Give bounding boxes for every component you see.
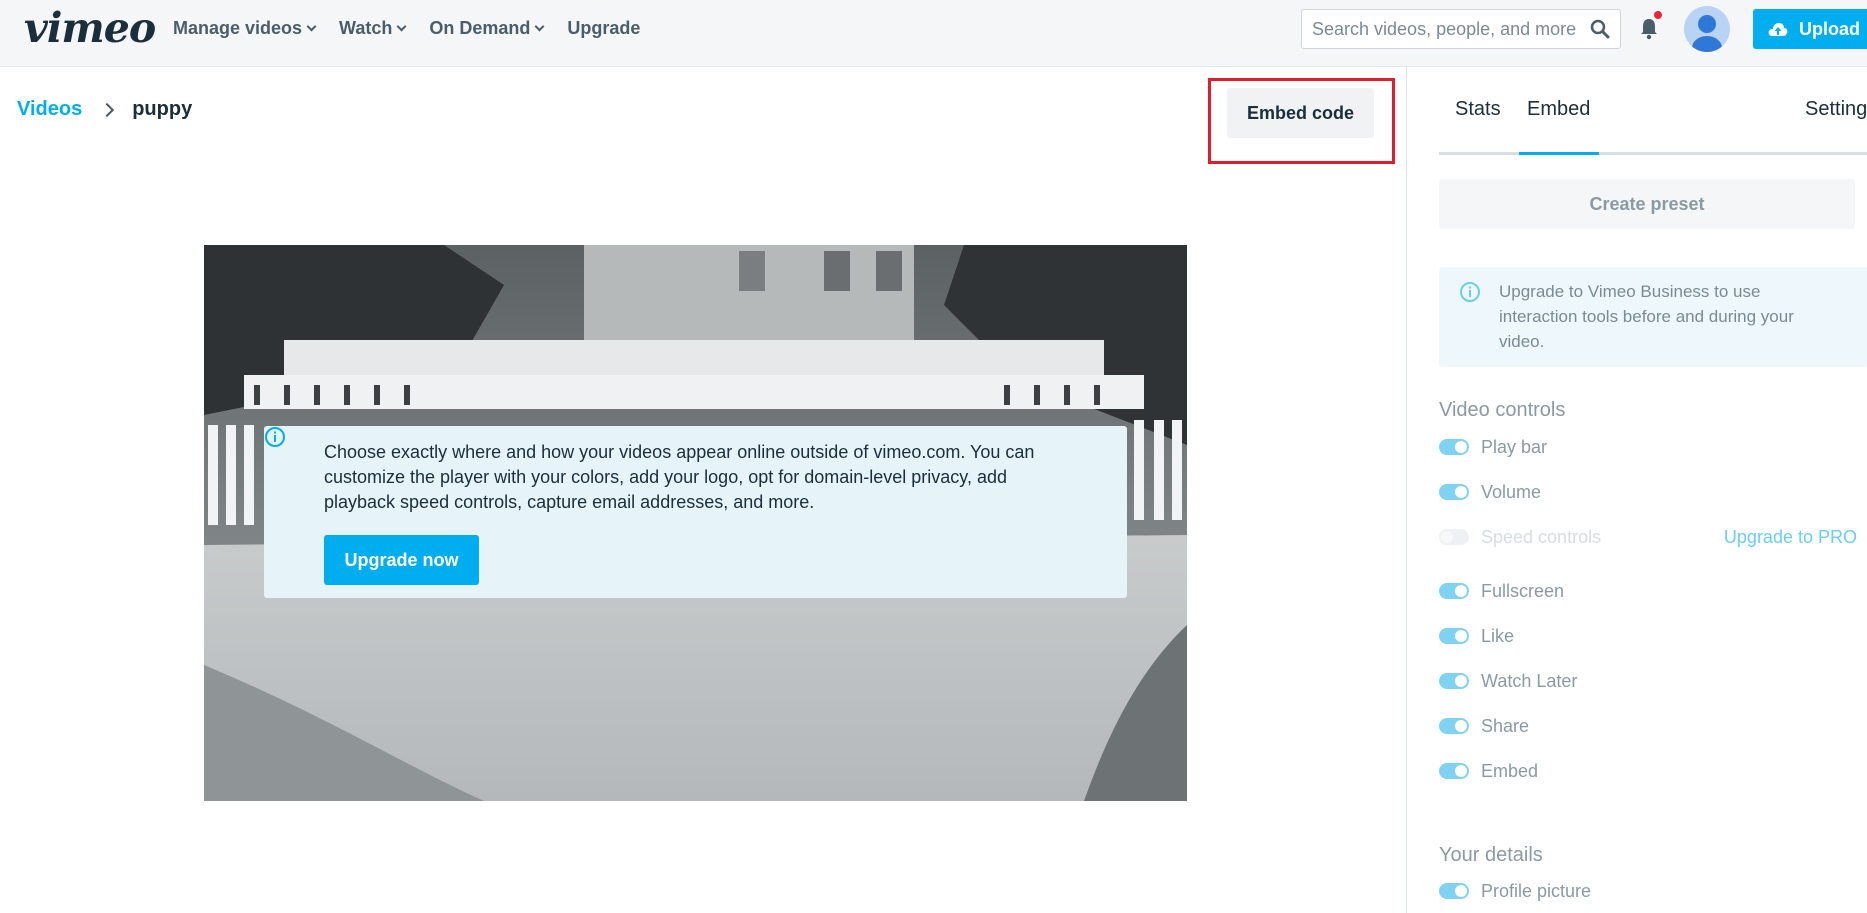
control-row-embed: Embed bbox=[1439, 758, 1867, 784]
vimeo-logo[interactable]: vimeo bbox=[24, 4, 156, 52]
tab-stats[interactable]: Stats bbox=[1455, 98, 1501, 121]
your-details-title: Your details bbox=[1439, 844, 1543, 866]
control-row-play-bar: Play bar bbox=[1439, 434, 1867, 460]
nav-manage-videos-label: Manage videos bbox=[173, 18, 303, 38]
embed-toggle[interactable] bbox=[1439, 763, 1469, 779]
embed-label: Embed bbox=[1481, 760, 1539, 781]
volume-label: Volume bbox=[1481, 481, 1542, 502]
play-bar-toggle[interactable] bbox=[1439, 439, 1469, 455]
nav-manage-videos[interactable]: Manage videos bbox=[173, 18, 317, 39]
breadcrumb: Videos puppy bbox=[17, 98, 192, 121]
upgrade-info-box: Upgrade to Vimeo Business to use interac… bbox=[1439, 267, 1867, 367]
control-row-fullscreen: Fullscreen bbox=[1439, 578, 1867, 604]
search-icon[interactable] bbox=[1590, 19, 1610, 39]
chevron-down-icon bbox=[534, 21, 545, 32]
control-row-share: Share bbox=[1439, 713, 1867, 739]
fullscreen-label: Fullscreen bbox=[1481, 580, 1565, 601]
nav-upgrade-label: Upgrade bbox=[567, 18, 641, 38]
nav-on-demand[interactable]: On Demand bbox=[429, 18, 545, 39]
detail-row-profile-picture: Profile picture bbox=[1439, 878, 1867, 904]
profile-picture-toggle[interactable] bbox=[1439, 883, 1469, 899]
share-toggle[interactable] bbox=[1439, 718, 1469, 734]
search-box bbox=[1301, 9, 1621, 49]
video-preview[interactable]: Choose exactly where and how your videos… bbox=[204, 245, 1187, 801]
user-icon bbox=[1692, 15, 1722, 52]
breadcrumb-videos-link[interactable]: Videos bbox=[17, 98, 82, 121]
chevron-down-icon bbox=[396, 21, 407, 32]
control-row-volume: Volume bbox=[1439, 479, 1867, 505]
tab-embed[interactable]: Embed bbox=[1527, 98, 1590, 121]
watch-later-toggle[interactable] bbox=[1439, 673, 1469, 689]
upgrade-notice: Choose exactly where and how your videos… bbox=[264, 426, 1127, 598]
speed-controls-toggle bbox=[1439, 529, 1469, 545]
nav-watch[interactable]: Watch bbox=[339, 18, 407, 39]
embed-code-button[interactable]: Embed code bbox=[1227, 88, 1374, 138]
notification-dot bbox=[1654, 11, 1662, 19]
upgrade-info-text: Upgrade to Vimeo Business to use interac… bbox=[1499, 282, 1794, 351]
top-navigation-bar: vimeo Manage videos Watch On Demand Upgr… bbox=[0, 0, 1867, 67]
control-row-speed-controls: Speed controls Upgrade to PRO bbox=[1439, 524, 1867, 550]
upload-button[interactable]: Upload bbox=[1753, 9, 1867, 49]
fullscreen-toggle[interactable] bbox=[1439, 583, 1469, 599]
main-nav: Manage videos Watch On Demand Upgrade bbox=[173, 0, 664, 57]
chevron-down-icon bbox=[306, 21, 317, 32]
speed-controls-label: Speed controls bbox=[1481, 526, 1602, 547]
nav-upgrade[interactable]: Upgrade bbox=[567, 18, 640, 39]
share-label: Share bbox=[1481, 715, 1530, 736]
upgrade-notice-text: Choose exactly where and how your videos… bbox=[324, 442, 1035, 512]
nav-on-demand-label: On Demand bbox=[429, 18, 531, 38]
upgrade-to-pro-link[interactable]: Upgrade to PRO bbox=[1724, 527, 1857, 548]
upgrade-now-button[interactable]: Upgrade now bbox=[324, 535, 479, 585]
control-row-watch-later: Watch Later bbox=[1439, 668, 1867, 694]
watch-later-label: Watch Later bbox=[1481, 670, 1578, 691]
profile-picture-label: Profile picture bbox=[1481, 880, 1592, 901]
search-input[interactable] bbox=[1312, 10, 1582, 48]
user-avatar[interactable] bbox=[1684, 6, 1730, 52]
video-controls-title: Video controls bbox=[1439, 399, 1566, 421]
volume-toggle[interactable] bbox=[1439, 484, 1469, 500]
notifications-bell-icon[interactable] bbox=[1638, 16, 1660, 40]
panel-tabs: Stats Embed Settings bbox=[1439, 67, 1867, 155]
control-row-like: Like bbox=[1439, 623, 1867, 649]
settings-panel: Stats Embed Settings Create preset Upgra… bbox=[1406, 67, 1867, 913]
info-icon bbox=[1460, 282, 1480, 302]
like-label: Like bbox=[1481, 625, 1515, 646]
breadcrumb-current: puppy bbox=[132, 98, 193, 120]
cloud-upload-icon bbox=[1768, 23, 1788, 36]
info-icon bbox=[265, 427, 285, 447]
active-tab-indicator bbox=[1519, 152, 1599, 155]
like-toggle[interactable] bbox=[1439, 628, 1469, 644]
tab-settings[interactable]: Settings bbox=[1805, 98, 1867, 121]
nav-watch-label: Watch bbox=[339, 18, 393, 38]
upload-label: Upload bbox=[1799, 18, 1860, 39]
chevron-right-icon bbox=[100, 102, 115, 117]
play-bar-label: Play bar bbox=[1481, 436, 1548, 457]
create-preset-button[interactable]: Create preset bbox=[1439, 179, 1855, 229]
